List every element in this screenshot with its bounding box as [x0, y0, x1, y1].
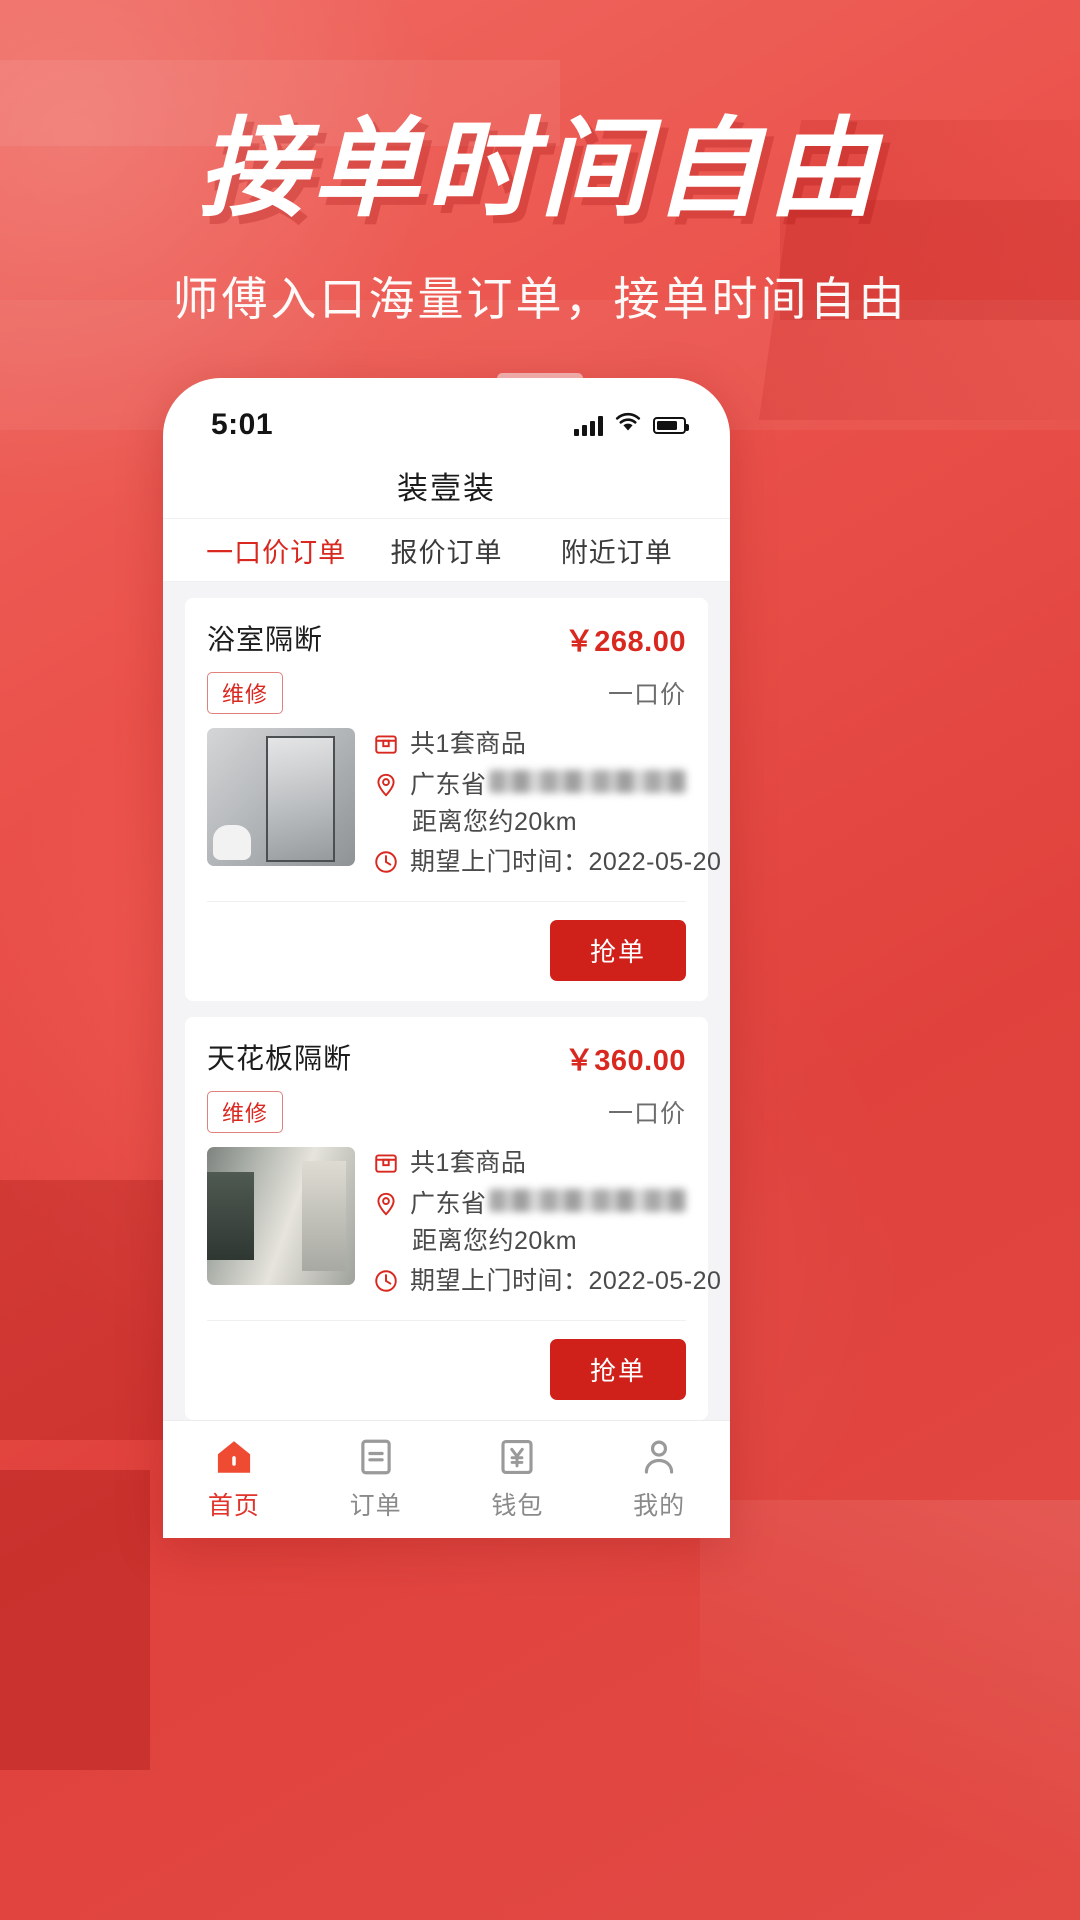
- nav-label-home: 首页: [207, 1492, 260, 1520]
- signal-bars-icon: [574, 415, 603, 436]
- promo-headline: 接单时间自由: [197, 108, 882, 229]
- order-price-type: 一口价: [607, 1100, 686, 1128]
- order-address: 广东省: [410, 771, 487, 799]
- order-title: 浴室隔断: [207, 624, 324, 655]
- order-address: 广东省: [410, 1190, 487, 1218]
- nav-label-orders: 订单: [349, 1492, 402, 1520]
- wallet-yuan-icon: [495, 1435, 539, 1479]
- order-thumbnail[interactable]: [207, 1147, 355, 1285]
- battery-icon: [653, 416, 689, 434]
- order-visit-time: 期望上门时间：2022-05-20 晚上: [410, 1267, 730, 1295]
- clock-icon: [373, 1268, 399, 1294]
- home-icon: [212, 1435, 256, 1479]
- person-icon: [637, 1435, 681, 1479]
- order-distance: 距离您约20km: [412, 1227, 578, 1255]
- order-price-type: 一口价: [607, 681, 686, 709]
- nav-item-wallet[interactable]: 钱包: [447, 1435, 589, 1522]
- address-redacted: [488, 770, 686, 793]
- page-title: 装壹装: [397, 470, 496, 506]
- promo-copy: 接单时间自由 师傅入口海量订单，接单时间自由: [0, 0, 1080, 384]
- location-pin-icon: [373, 772, 399, 798]
- order-card[interactable]: 浴室隔断 ￥268.00 维修 一口价 共1套商品 广东省 距离您约20km 期…: [185, 598, 730, 1001]
- tab-nearby-orders[interactable]: 附近订单: [532, 531, 702, 570]
- order-visit-time: 期望上门时间：2022-05-20 晚上: [410, 848, 730, 876]
- address-redacted: [488, 1189, 686, 1212]
- app-navbar: 装壹装: [163, 452, 730, 518]
- nav-label-wallet: 钱包: [491, 1492, 544, 1520]
- order-price: ￥360.00: [564, 1045, 686, 1077]
- nav-item-orders[interactable]: 订单: [305, 1435, 447, 1522]
- order-list-icon: [354, 1435, 398, 1479]
- status-icons: [574, 412, 689, 438]
- bg-block-left-bottom: [0, 1470, 150, 1770]
- order-list[interactable]: 浴室隔断 ￥268.00 维修 一口价 共1套商品 广东省 距离您约20km 期…: [163, 582, 730, 1420]
- nav-item-home[interactable]: 首页: [163, 1435, 305, 1522]
- clock-icon: [373, 849, 399, 875]
- order-meta: 共1套商品 广东省 距离您约20km 期望上门时间：2022-05-20: [373, 1147, 730, 1306]
- order-meta: 共1套商品 广东省 距离您约20km 期望上门时间：2022-05-20: [373, 728, 730, 887]
- order-tabs: 一口价订单 报价订单 附近订单: [163, 518, 730, 582]
- bottom-navigation: 首页 订单 钱包 我的: [163, 1420, 730, 1538]
- order-goods-count: 共1套商品: [410, 730, 527, 758]
- phone-mockup: 5:01 装壹装 一口价订单 报价订单 附近订单 浴室隔断 ￥268.00 维修…: [163, 378, 730, 1538]
- package-icon: [373, 1150, 399, 1176]
- nav-item-profile[interactable]: 我的: [588, 1435, 730, 1522]
- wifi-icon: [614, 412, 642, 438]
- grab-order-button[interactable]: 抢单: [549, 920, 686, 981]
- order-goods-count: 共1套商品: [410, 1149, 527, 1177]
- status-bar: 5:01: [163, 378, 730, 452]
- status-clock: 5:01: [211, 408, 274, 441]
- order-card[interactable]: 天花板隔断 ￥360.00 维修 一口价 共1套商品 广东省 距离您约20km …: [185, 1017, 730, 1420]
- grab-order-button[interactable]: 抢单: [549, 1339, 686, 1400]
- location-pin-icon: [373, 1191, 399, 1217]
- order-category-tag: 维修: [207, 1091, 284, 1133]
- order-thumbnail[interactable]: [207, 728, 355, 866]
- promo-subheadline: 师傅入口海量订单，接单时间自由: [172, 272, 908, 325]
- bg-glow-bottom-right: [700, 1500, 1080, 1920]
- package-icon: [373, 731, 399, 757]
- order-category-tag: 维修: [207, 672, 284, 714]
- nav-label-profile: 我的: [633, 1492, 686, 1520]
- order-distance: 距离您约20km: [412, 808, 578, 836]
- order-title: 天花板隔断: [207, 1043, 353, 1074]
- order-price: ￥268.00: [564, 626, 686, 658]
- tab-quote-orders[interactable]: 报价订单: [361, 531, 531, 570]
- tab-fixed-price-orders[interactable]: 一口价订单: [191, 531, 361, 570]
